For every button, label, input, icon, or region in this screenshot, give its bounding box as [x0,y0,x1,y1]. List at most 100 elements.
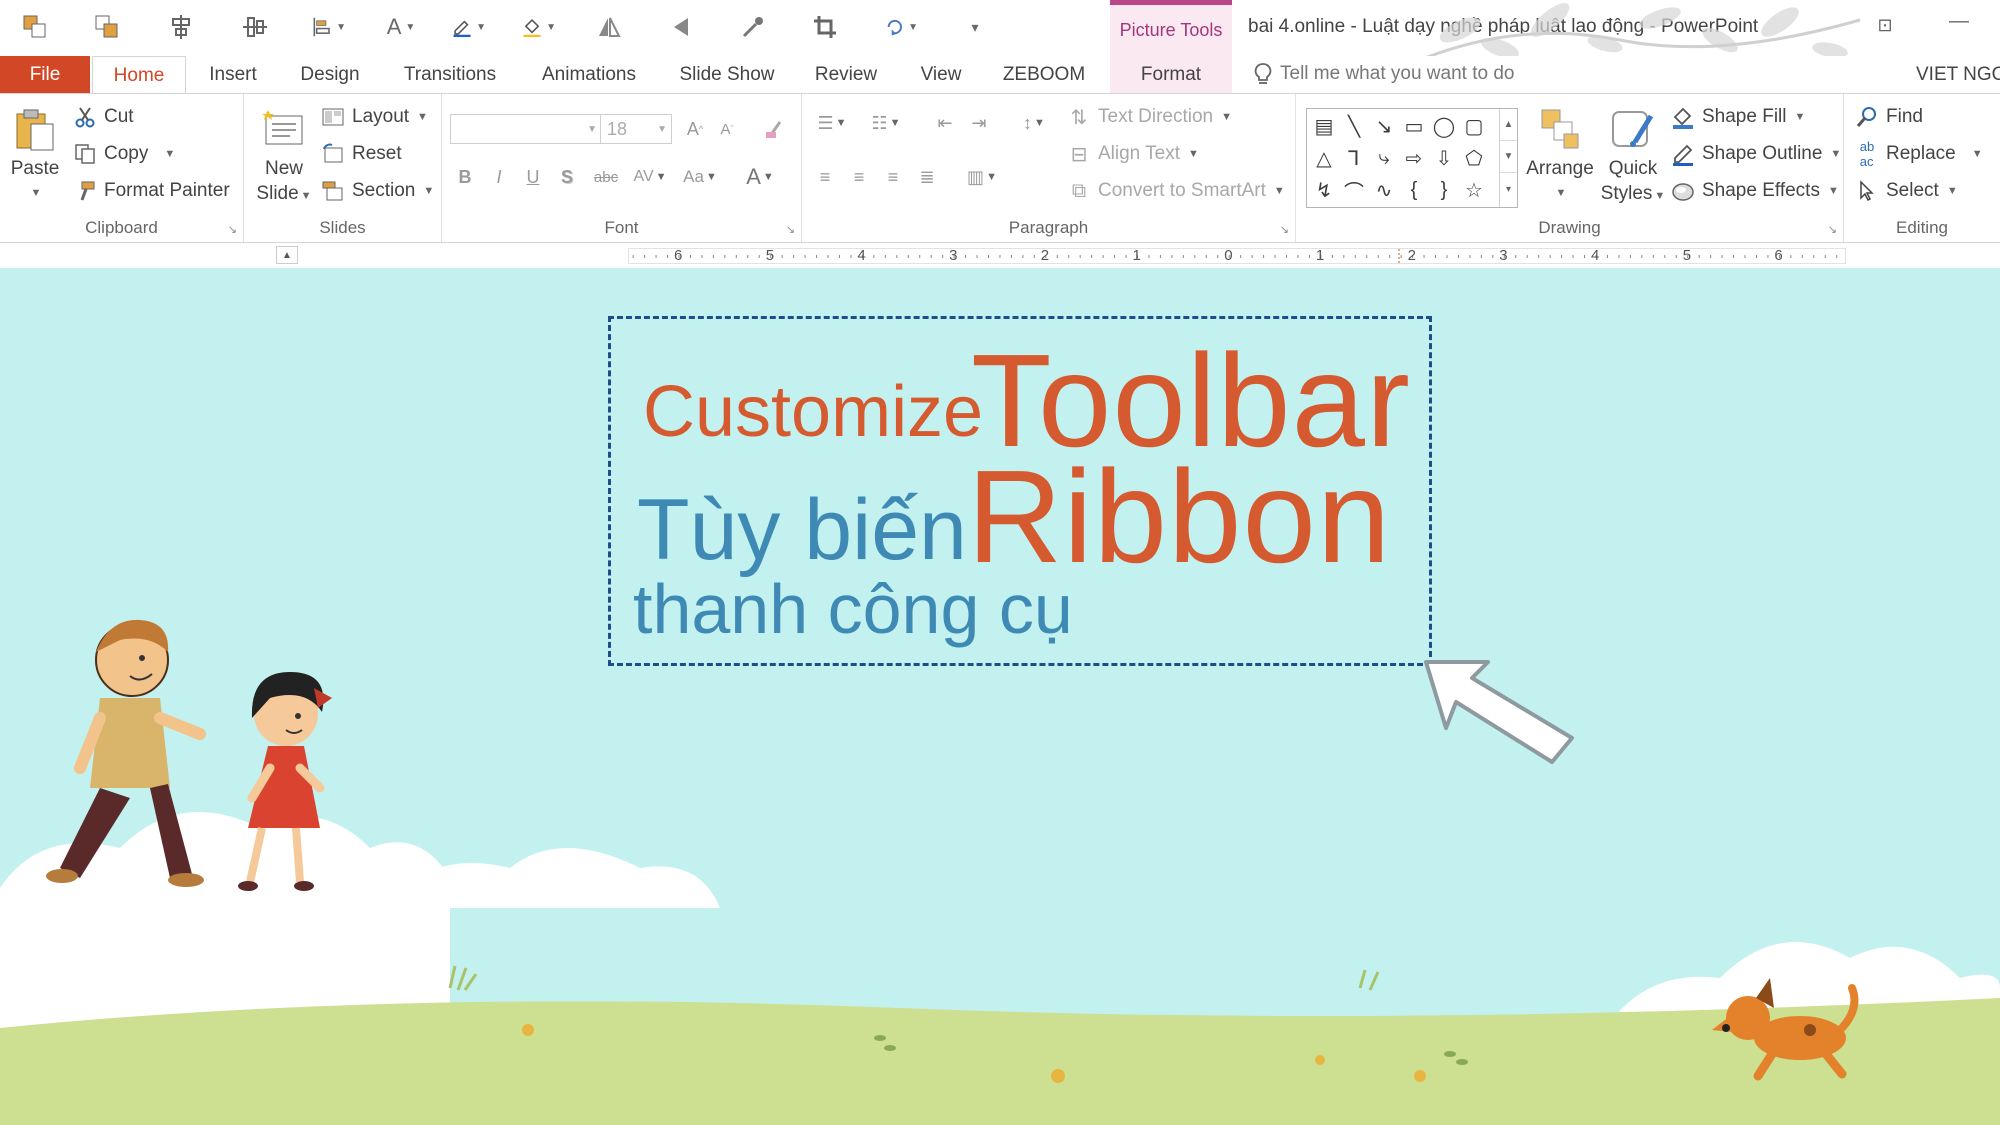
gallery-down-icon[interactable]: ▼ [1500,141,1517,173]
arrow-line-shape-icon[interactable]: ↘ [1369,111,1399,141]
horizontal-ruler[interactable]: 6 5 4 3 2 1 0 1 2 3 4 5 6 [628,247,1846,264]
oval-shape-icon[interactable]: ◯ [1429,111,1459,141]
copy-button[interactable]: Copy ▼ [72,141,175,167]
section-button[interactable]: Section ▼ [320,178,434,204]
arrange-button[interactable]: Arrange ▼ [1524,106,1596,206]
scribble-shape-icon[interactable]: ↯ [1309,175,1339,205]
replace-button[interactable]: ab ac Replace ▼ [1854,139,1983,169]
tab-home[interactable]: Home [92,56,186,95]
justify-icon[interactable]: ≣ [912,162,942,192]
star-shape-icon[interactable]: ☆ [1459,175,1489,205]
clear-formatting-icon[interactable] [760,114,790,144]
align-text-button[interactable]: ⊟ Align Text ▼ [1066,141,1199,167]
grow-font-icon[interactable]: A ^ [680,114,710,144]
find-button[interactable]: Find [1854,104,1923,130]
title-text-box[interactable]: Customize Toolbar Tùy biến Ribbon thanh … [608,316,1432,666]
layout-button[interactable]: Layout ▼ [320,104,428,130]
eyedropper-icon[interactable] [736,10,770,44]
shrink-font-icon[interactable]: Aˇ [712,114,742,144]
crop-icon[interactable] [808,10,842,44]
select-button[interactable]: Select ▼ [1854,178,1958,204]
font-size-box[interactable]: 18 ▼ [600,114,672,144]
strikethrough-button[interactable]: abc [588,162,624,192]
tab-transitions[interactable]: Transitions [392,56,508,94]
left-brace-shape-icon[interactable]: { [1399,175,1429,205]
numbering-icon[interactable]: ☷ ▼ [864,108,908,138]
gallery-more-icon[interactable]: ▾ [1500,173,1517,205]
format-painter-button[interactable]: Format Painter [72,178,230,204]
tab-review[interactable]: Review [806,56,886,94]
freeform-shape-icon[interactable]: ⬠ [1459,143,1489,173]
gallery-up-icon[interactable]: ▲ [1500,109,1517,141]
font-launcher-icon[interactable]: ↘ [786,223,795,236]
tab-file[interactable]: File [0,56,90,94]
tab-animations[interactable]: Animations [530,56,648,94]
right-brace-shape-icon[interactable]: } [1429,175,1459,205]
copy-dropdown-icon[interactable]: ▼ [164,148,175,160]
elbow-connector-shape-icon[interactable]: ⅂ [1339,143,1369,173]
tab-zeboom[interactable]: ZEBOOM [994,56,1094,94]
minimize-icon[interactable]: — [1944,8,1974,34]
shapes-gallery[interactable]: ▤ ╲ ↘ ▭ ◯ ▢ △ ⅂ ⤷ ⇨ ⇩ ⬠ ↯ ⌒ ∿ { } ☆ ▲ ▼ … [1306,108,1518,208]
character-spacing-button[interactable]: AV ▼ [628,162,672,192]
text-box-shape-icon[interactable]: ▤ [1309,111,1339,141]
text-style-icon[interactable]: A ▼ [384,10,418,44]
line-shape-icon[interactable]: ╲ [1339,111,1369,141]
text-shadow-button[interactable]: S [552,162,582,192]
align-text-right-icon[interactable]: ≡ [878,162,908,192]
columns-icon[interactable]: ▥ ▼ [960,162,1004,192]
elbow-arrow-shape-icon[interactable]: ⤷ [1369,143,1399,173]
rectangle-shape-icon[interactable]: ▭ [1399,111,1429,141]
bring-forward-icon[interactable] [18,10,52,44]
align-text-left-icon[interactable]: ≡ [810,162,840,192]
bold-button[interactable]: B [450,162,480,192]
text-direction-button[interactable]: ⇅ Text Direction ▼ [1066,104,1232,130]
align-center-icon[interactable] [164,10,198,44]
distribute-icon[interactable] [238,10,272,44]
underline-button[interactable]: U [518,162,548,192]
fill-color-icon[interactable]: ▼ [522,10,556,44]
rounded-rectangle-shape-icon[interactable]: ▢ [1459,111,1489,141]
clipboard-launcher-icon[interactable]: ↘ [228,223,237,236]
paste-dropdown-icon[interactable]: ▼ [31,181,42,206]
paste-button[interactable]: Paste ▼ [8,106,62,206]
cut-button[interactable]: Cut [72,104,134,130]
shape-fill-button[interactable]: Shape Fill ▼ [1670,104,1805,130]
italic-button[interactable]: I [484,162,514,192]
shape-effects-button[interactable]: Shape Effects ▼ [1670,178,1839,204]
shape-outline-button[interactable]: Shape Outline ▼ [1670,141,1841,167]
flip-icon[interactable] [592,10,626,44]
arc-shape-icon[interactable]: ⌒ [1339,175,1369,205]
font-name-box[interactable]: ▼ [450,114,602,144]
lasso-icon[interactable]: ▼ [884,10,918,44]
new-slide-button[interactable]: New Slide ▼ [254,106,314,209]
slide-canvas[interactable]: Customize Toolbar Tùy biến Ribbon thanh … [0,268,2000,1125]
change-case-button[interactable]: Aa ▼ [678,162,722,192]
curve-shape-icon[interactable]: ∿ [1369,175,1399,205]
triangle-shape-icon[interactable]: △ [1309,143,1339,173]
right-arrow-shape-icon[interactable]: ⇨ [1399,143,1429,173]
tab-picture-format[interactable]: Format [1110,56,1232,94]
align-left-icon[interactable]: ▼ [312,10,346,44]
tab-insert[interactable]: Insert [196,56,270,94]
user-account[interactable]: VIET NGO [1916,64,2000,86]
shapes-gallery-scroll[interactable]: ▲ ▼ ▾ [1499,109,1517,207]
drawing-launcher-icon[interactable]: ↘ [1828,223,1837,236]
center-text-icon[interactable]: ≡ [844,162,874,192]
down-arrow-shape-icon[interactable]: ⇩ [1429,143,1459,173]
customize-quick-access-icon[interactable]: ▾ [958,10,992,44]
collapse-thumbnails-icon[interactable]: ▲ [276,246,298,264]
font-color-button[interactable]: A ▼ [740,162,780,192]
tab-design[interactable]: Design [286,56,374,94]
increase-indent-icon[interactable]: ⇥ [964,108,994,138]
tell-me-box[interactable]: Tell me what you want to do [1254,62,1514,86]
tab-view[interactable]: View [906,56,976,94]
line-spacing-icon[interactable]: ↕ ▼ [1012,108,1056,138]
ribbon-display-options-icon[interactable]: ⊡ [1870,12,1900,38]
reset-button[interactable]: Reset [320,141,402,167]
paragraph-launcher-icon[interactable]: ↘ [1280,223,1289,236]
rotate-icon[interactable] [664,10,698,44]
pen-color-icon[interactable]: ▼ [452,10,486,44]
convert-to-smartart-button[interactable]: ⧉ Convert to SmartArt ▼ [1066,178,1285,204]
decrease-indent-icon[interactable]: ⇤ [930,108,960,138]
